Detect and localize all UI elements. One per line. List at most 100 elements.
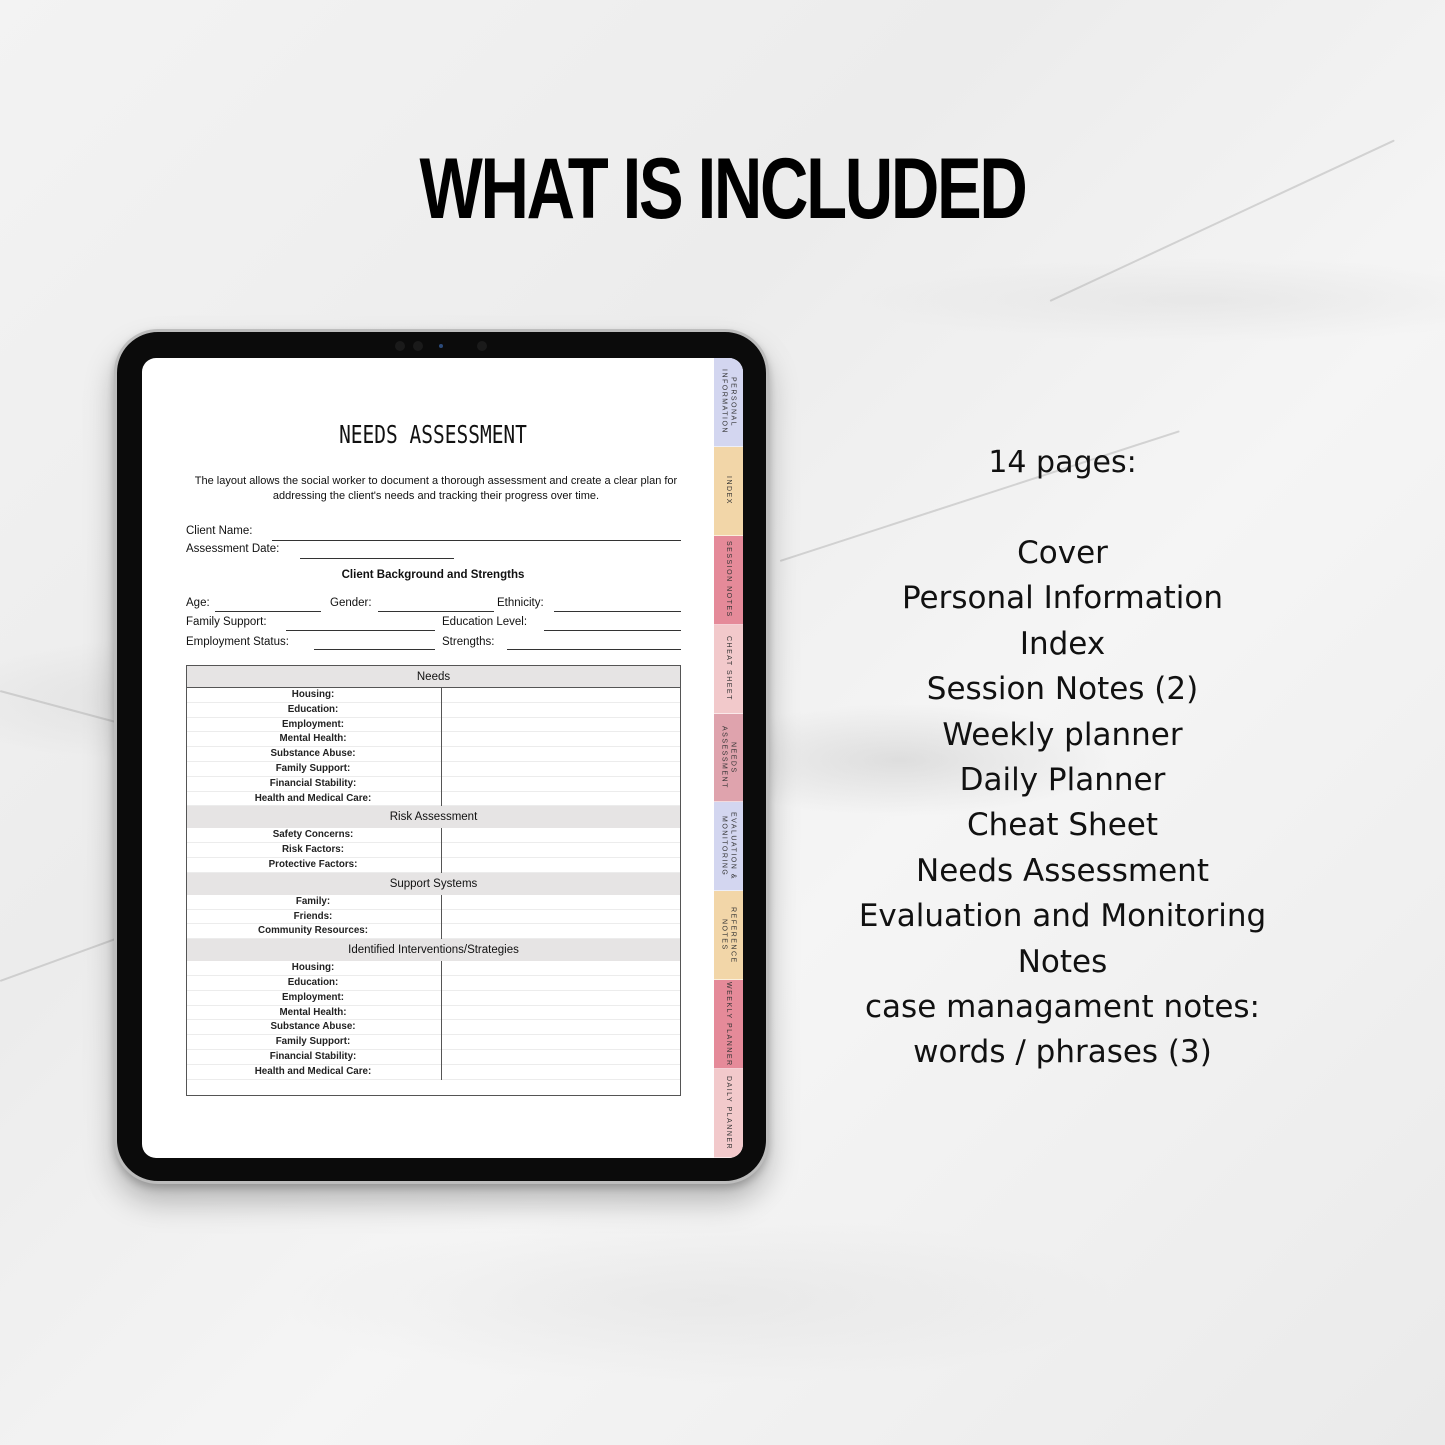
sensor-icon bbox=[439, 344, 443, 348]
tablet-screen: NEEDS ASSESSMENT The layout allows the s… bbox=[142, 358, 743, 1158]
headline: WHAT IS INCLUDED bbox=[419, 141, 1028, 237]
contents-item: words / phrases (3) bbox=[913, 1034, 1212, 1071]
family-support-label: Family Support: bbox=[186, 616, 267, 628]
table-row[interactable]: Health and Medical Care: bbox=[187, 1065, 680, 1080]
row-label: Education: bbox=[287, 977, 339, 988]
column-divider bbox=[441, 828, 442, 873]
page-count: 14 pages: bbox=[988, 445, 1137, 480]
table-row[interactable]: Protective Factors: bbox=[187, 858, 680, 873]
table-row[interactable]: Employment: bbox=[187, 718, 680, 733]
table-row[interactable]: Family Support: bbox=[187, 1035, 680, 1050]
row-label: Mental Health: bbox=[279, 1006, 347, 1018]
row-label: Substance Abuse: bbox=[270, 1021, 356, 1033]
tab-label: WEEKLY PLANNER bbox=[725, 981, 732, 1067]
marble-vein bbox=[0, 932, 132, 982]
contents-item: Cover bbox=[1017, 535, 1108, 571]
contents-item: Personal Information bbox=[901, 580, 1224, 617]
table-row[interactable]: Mental Health: bbox=[187, 732, 680, 748]
row-label: Financial Stability: bbox=[269, 777, 357, 789]
employment-status-input[interactable] bbox=[314, 649, 435, 650]
camera-icon bbox=[477, 341, 487, 351]
row-label: Family: bbox=[295, 895, 331, 907]
tab-label: SESSION NOTES bbox=[725, 541, 732, 619]
education-level-label: Education Level: bbox=[442, 616, 528, 628]
tab-personal-information[interactable]: PERSONAL INFORMATION bbox=[714, 358, 743, 447]
row-label: Family Support: bbox=[275, 763, 351, 774]
age-input[interactable] bbox=[215, 611, 321, 612]
client-name-label: Client Name: bbox=[186, 525, 253, 537]
table-row[interactable]: Education: bbox=[187, 976, 680, 991]
row-label: Risk Factors: bbox=[281, 844, 345, 856]
tab-daily-planner[interactable]: DAILY PLANNER bbox=[714, 1069, 743, 1158]
contents-items: Cover Personal Information Index Session No… bbox=[840, 531, 1285, 1076]
family-support-input[interactable] bbox=[286, 630, 435, 631]
contents-item: Weekly planner bbox=[942, 716, 1183, 753]
tablet-device: NEEDS ASSESSMENT The layout allows the s… bbox=[114, 329, 769, 1184]
column-divider bbox=[441, 688, 442, 807]
table-row[interactable]: Health and Medical Care: bbox=[187, 792, 680, 807]
tab-label: INDEX bbox=[725, 476, 732, 506]
tab-label: EVALUATION & MONITORING bbox=[720, 812, 737, 881]
table-row[interactable]: Risk Factors: bbox=[187, 843, 680, 858]
assessment-date-label: Assessment Date: bbox=[186, 543, 280, 555]
employment-status-label: Employment Status: bbox=[186, 636, 289, 648]
row-label: Mental Health: bbox=[279, 733, 347, 745]
row-label: Employment: bbox=[281, 991, 345, 1003]
table-row[interactable]: Family Support: bbox=[187, 762, 680, 777]
table-row[interactable]: Financial Stability: bbox=[187, 1050, 680, 1065]
assessment-date-input[interactable] bbox=[300, 558, 454, 559]
tab-weekly-planner[interactable]: WEEKLY PLANNER bbox=[714, 980, 743, 1070]
gender-input[interactable] bbox=[378, 611, 494, 612]
table-row[interactable]: Family: bbox=[187, 895, 680, 910]
section-heading: Risk Assessment bbox=[187, 806, 680, 829]
tab-session-notes[interactable]: SESSION NOTES bbox=[714, 535, 743, 625]
tab-evaluation-monitoring[interactable]: EVALUATION & MONITORING bbox=[714, 802, 743, 892]
client-name-input[interactable] bbox=[272, 540, 681, 541]
table-row[interactable]: Substance Abuse: bbox=[187, 747, 680, 762]
assessment-table: Needs Housing: Education: Employment: Mental… bbox=[186, 665, 681, 1096]
contents-item: Cheat Sheet bbox=[967, 807, 1158, 844]
column-divider bbox=[441, 894, 442, 940]
row-label: Health and Medical Care: bbox=[254, 1065, 372, 1077]
table-row[interactable]: Mental Health: bbox=[187, 1006, 680, 1021]
age-label: Age: bbox=[186, 597, 210, 609]
row-label: Financial Stability: bbox=[269, 1051, 357, 1062]
table-row[interactable]: Substance Abuse: bbox=[187, 1020, 680, 1036]
intro-text: The layout allows the social worker to d… bbox=[194, 475, 678, 502]
tab-label: DAILY PLANNER bbox=[725, 1075, 732, 1151]
table-row[interactable]: Financial Stability: bbox=[187, 777, 680, 792]
tab-index[interactable]: INDEX bbox=[714, 446, 743, 536]
background-heading: Client Background and Strengths bbox=[341, 569, 525, 581]
tab-label: PERSONAL INFORMATION bbox=[720, 369, 737, 435]
row-label: Protective Factors: bbox=[268, 859, 358, 870]
contents-item: Session Notes (2) bbox=[926, 671, 1199, 708]
contents-item: Notes bbox=[1017, 943, 1108, 980]
ethnicity-input[interactable] bbox=[554, 611, 681, 612]
section-heading: Identified Interventions/Strategies bbox=[187, 939, 680, 962]
table-row[interactable]: Employment: bbox=[187, 991, 680, 1006]
tab-cheat-sheet[interactable]: CHEAT SHEET bbox=[714, 624, 743, 714]
table-row[interactable]: Education: bbox=[187, 703, 680, 718]
ethnicity-label: Ethnicity: bbox=[497, 597, 544, 609]
table-row[interactable]: Friends: bbox=[187, 910, 680, 925]
tab-needs-assessment[interactable]: NEEDS ASSESSMENT bbox=[714, 713, 743, 803]
table-row[interactable]: Safety Concerns: bbox=[187, 828, 680, 844]
column-divider bbox=[441, 961, 442, 1080]
table-row[interactable]: Community Resources: bbox=[187, 924, 680, 940]
row-label: Family Support: bbox=[275, 1036, 351, 1048]
table-row[interactable]: Housing: bbox=[187, 961, 680, 976]
row-label: Housing: bbox=[291, 689, 335, 700]
table-row[interactable]: Housing: bbox=[187, 688, 680, 703]
row-label: Education: bbox=[287, 703, 339, 715]
tab-reference-notes[interactable]: REFERENCE NOTES bbox=[714, 891, 743, 981]
strengths-input[interactable] bbox=[507, 649, 681, 650]
education-level-input[interactable] bbox=[544, 630, 681, 631]
document-page: NEEDS ASSESSMENT The layout allows the s… bbox=[142, 358, 714, 1158]
contents-item: Index bbox=[1019, 625, 1106, 662]
contents-list: 14 pages: Cover Personal Information Index… bbox=[840, 440, 1285, 1076]
row-label: Health and Medical Care: bbox=[254, 792, 372, 804]
gender-label: Gender: bbox=[330, 597, 372, 609]
row-label: Employment: bbox=[281, 718, 345, 730]
tab-label: REFERENCE NOTES bbox=[720, 906, 737, 964]
